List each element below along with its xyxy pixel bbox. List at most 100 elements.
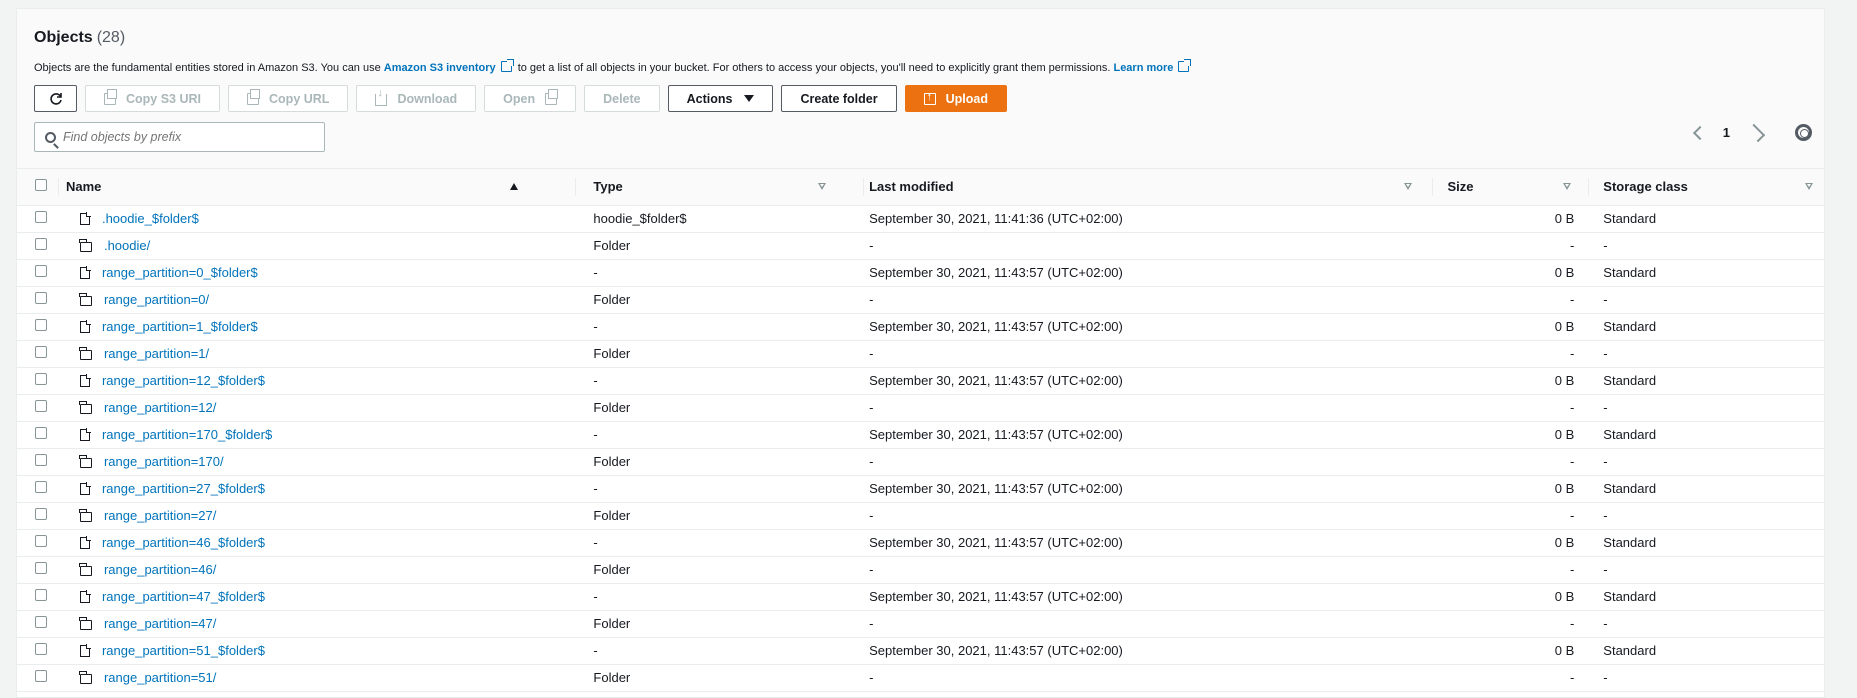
sort-icon[interactable] [1404,183,1413,190]
table-row[interactable]: range_partition=170/Folder - - - [17,448,1824,475]
table-row[interactable]: .hoodie/Folder - - - [17,232,1824,259]
table-row[interactable]: range_partition=46_$folder$ - September 30… [17,529,1824,556]
name-cell: range_partition=47/ [58,610,575,637]
row-checkbox[interactable] [35,589,47,601]
table-row[interactable]: range_partition=46/Folder - - - [17,556,1824,583]
settings-gear-icon[interactable] [1795,124,1812,141]
name-cell: range_partition=1_$folder$ [58,313,575,340]
sort-ascending-icon[interactable] [509,183,518,190]
object-name-link[interactable]: range_partition=12/ [104,400,216,415]
table-row[interactable]: range_partition=51/Folder - - - [17,664,1824,691]
row-checkbox[interactable] [35,481,47,493]
sort-icon[interactable] [1805,183,1814,190]
type-cell: - [593,643,598,658]
folder-icon [78,617,92,630]
row-checkbox[interactable] [35,562,47,574]
learn-more-link[interactable]: Learn more [1113,62,1173,74]
row-checkbox[interactable] [35,454,47,466]
refresh-button[interactable] [34,85,77,112]
row-checkbox[interactable] [35,616,47,628]
object-name-link[interactable]: .hoodie_$folder$ [102,211,199,226]
file-icon [79,644,91,657]
object-name-link[interactable]: range_partition=46/ [104,562,216,577]
column-header-type[interactable]: Type [575,169,864,206]
row-checkbox[interactable] [35,292,47,304]
row-checkbox[interactable] [35,427,47,439]
table-row[interactable]: .hoodie_$folder$ hoodie_$folder$ September… [17,205,1824,232]
object-name-link[interactable]: range_partition=1/ [104,346,209,361]
size-cell: - [1569,670,1575,685]
copy-icon [104,88,117,105]
table-row[interactable]: range_partition=27/Folder - - - [17,502,1824,529]
last-modified-cell: - [869,508,874,523]
row-select-cell [17,556,58,583]
type-cell: Folder [593,508,631,523]
table-row[interactable]: range_partition=51_$folder$ - September 30… [17,637,1824,664]
table-row[interactable]: range_partition=1_$folder$ - September 30,… [17,313,1824,340]
next-page-icon[interactable] [1746,123,1766,142]
row-checkbox[interactable] [35,319,47,331]
search-box [34,122,325,152]
table-row[interactable]: range_partition=0/Folder - - - [17,286,1824,313]
table-row[interactable]: range_partition=12/Folder - - - [17,394,1824,421]
object-name-link[interactable]: range_partition=47/ [104,616,216,631]
object-name-link[interactable]: range_partition=12_$folder$ [102,373,265,388]
row-checkbox[interactable] [35,211,47,223]
open-button[interactable]: Open [484,85,577,112]
row-checkbox[interactable] [35,265,47,277]
object-name-link[interactable]: range_partition=0_$folder$ [102,265,258,280]
sort-icon[interactable] [1562,183,1571,190]
size-cell: 0 B [1554,427,1575,442]
size-cell: - [1569,562,1575,577]
column-header-storage-class[interactable]: Storage class [1588,169,1824,206]
s3-inventory-link[interactable]: Amazon S3 inventory [384,62,496,74]
table-row[interactable]: range_partition=1/Folder - - - [17,340,1824,367]
copy-s3-uri-button[interactable]: Copy S3 URI [85,85,221,112]
row-checkbox[interactable] [35,400,47,412]
download-button[interactable]: Download [356,85,477,112]
name-cell: range_partition=27_$folder$ [58,475,575,502]
object-name-link[interactable]: range_partition=51_$folder$ [102,643,265,658]
column-header-last-modified[interactable]: Last modified [863,169,1432,206]
actions-dropdown[interactable]: Actions [667,85,774,112]
object-name-link[interactable]: range_partition=51/ [104,670,216,685]
row-checkbox[interactable] [35,643,47,655]
object-name-link[interactable]: range_partition=170_$folder$ [102,427,272,442]
create-folder-button[interactable]: Create folder [781,85,897,112]
row-checkbox[interactable] [35,670,47,682]
storage-class-cell: Standard [1603,643,1657,658]
storage-class-cell: - [1603,346,1608,361]
object-name-link[interactable]: range_partition=27/ [104,508,216,523]
copy-url-button[interactable]: Copy URL [228,85,349,112]
object-name-link[interactable]: range_partition=170/ [104,454,224,469]
prev-page-icon[interactable] [1692,125,1707,140]
row-checkbox[interactable] [35,508,47,520]
upload-button[interactable]: Upload [904,85,1007,112]
object-name-link[interactable]: range_partition=47_$folder$ [102,589,265,604]
row-checkbox[interactable] [35,535,47,547]
table-row[interactable]: range_partition=47_$folder$ - September 30… [17,583,1824,610]
column-header-name[interactable]: Name [57,169,576,206]
object-name-link[interactable]: range_partition=1_$folder$ [102,319,258,334]
current-page[interactable]: 1 [1723,125,1730,140]
table-row[interactable]: range_partition=47/Folder - - - [17,610,1824,637]
sort-icon[interactable] [818,183,827,190]
table-row[interactable]: range_partition=170_$folder$ - September 3… [17,421,1824,448]
table-row[interactable]: range_partition=27_$folder$ - September 30… [17,475,1824,502]
row-checkbox[interactable] [35,373,47,385]
row-checkbox[interactable] [35,238,47,250]
row-select-cell [17,529,58,556]
object-name-link[interactable]: range_partition=27_$folder$ [102,481,265,496]
object-name-link[interactable]: range_partition=0/ [104,292,209,307]
column-header-size[interactable]: Size [1431,169,1589,206]
type-cell: Folder [593,238,631,253]
table-row[interactable]: range_partition=0_$folder$ - September 30,… [17,259,1824,286]
select-all-checkbox[interactable] [35,179,47,192]
table-row[interactable]: range_partition=12_$folder$ - September 30… [17,367,1824,394]
row-checkbox[interactable] [35,346,47,358]
search-input[interactable] [63,123,318,151]
delete-button[interactable]: Delete [584,85,660,112]
object-name-link[interactable]: .hoodie/ [104,238,150,253]
storage-class-cell: - [1603,508,1608,523]
object-name-link[interactable]: range_partition=46_$folder$ [102,535,265,550]
